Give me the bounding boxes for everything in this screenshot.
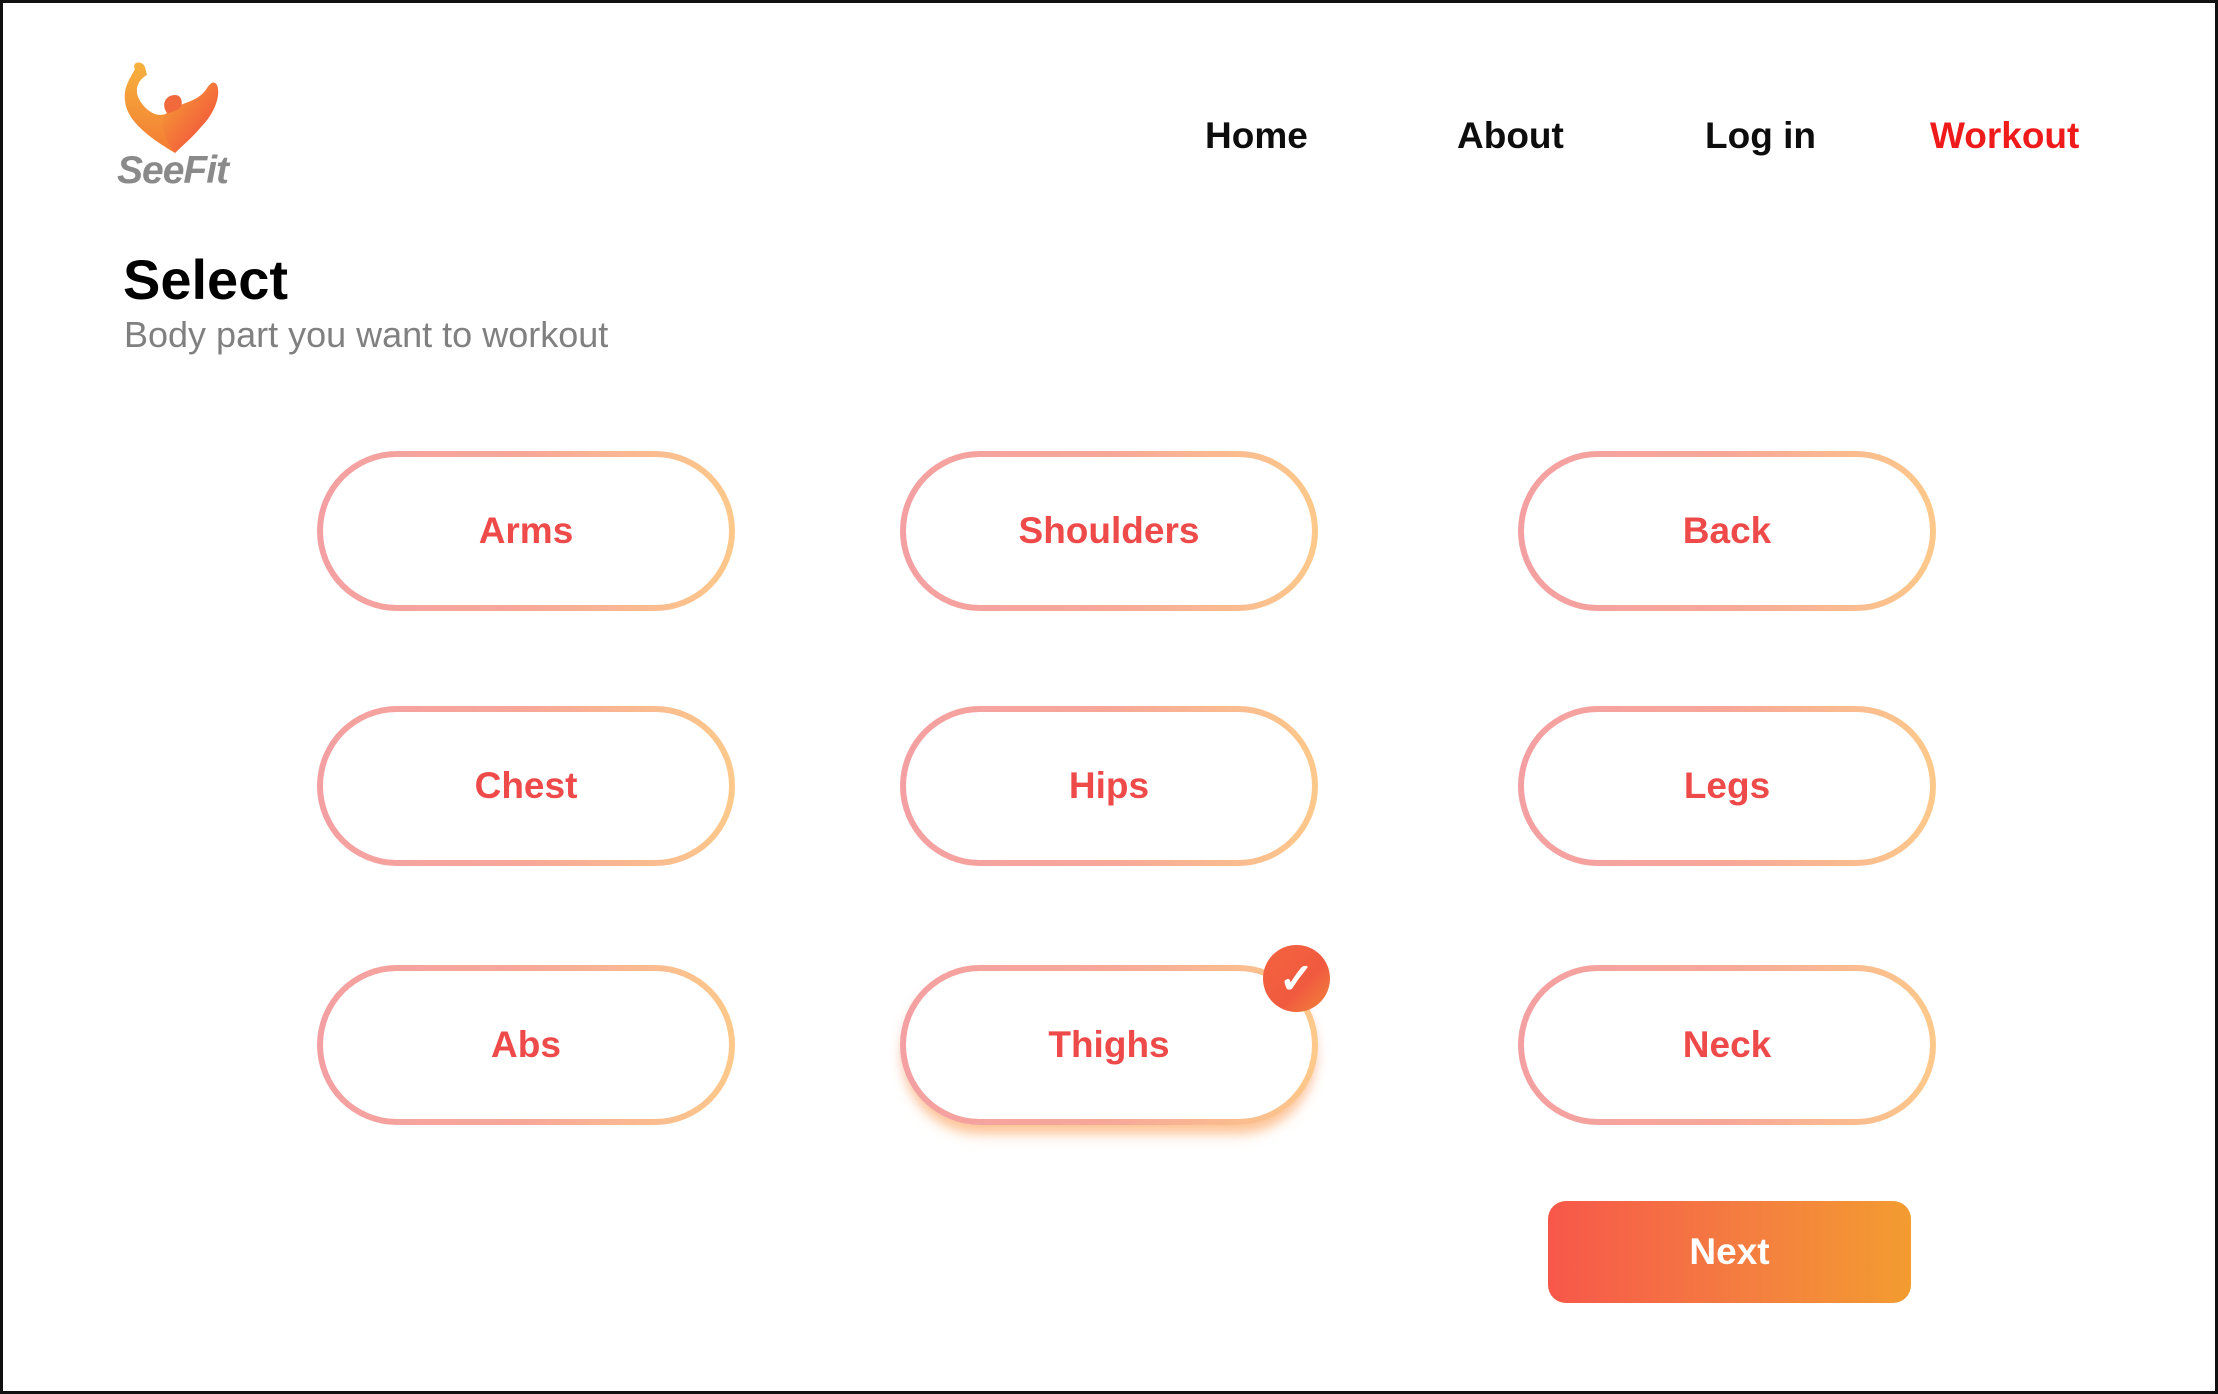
option-shoulders[interactable]: Shoulders [900, 451, 1318, 611]
top-nav: Home About Log in Workout [3, 115, 2215, 171]
option-label: Hips [1068, 765, 1150, 806]
nav-workout-link[interactable]: Workout [1930, 115, 2079, 157]
nav-login-link[interactable]: Log in [1705, 115, 1816, 157]
check-icon: ✓ [1263, 945, 1330, 1012]
option-label: Arms [478, 510, 574, 551]
nav-about-link[interactable]: About [1457, 115, 1564, 157]
option-label: Shoulders [1018, 510, 1200, 551]
page-subtitle: Body part you want to workout [124, 314, 609, 355]
option-label: Abs [491, 1024, 561, 1065]
option-label: Back [1682, 510, 1772, 551]
option-label: Chest [474, 765, 578, 806]
option-arms[interactable]: Arms [317, 451, 735, 611]
next-button-label: Next [1689, 1231, 1770, 1272]
page-title: Select [123, 248, 288, 311]
option-legs[interactable]: Legs [1518, 706, 1936, 866]
option-neck[interactable]: Neck [1518, 965, 1936, 1125]
option-label: Thighs [1048, 1024, 1170, 1065]
option-label: Neck [1682, 1024, 1772, 1065]
option-back[interactable]: Back [1518, 451, 1936, 611]
option-abs[interactable]: Abs [317, 965, 735, 1125]
option-thighs[interactable]: Thighs [900, 965, 1318, 1125]
nav-home-link[interactable]: Home [1205, 115, 1308, 157]
option-hips[interactable]: Hips [900, 706, 1318, 866]
option-label: Legs [1683, 765, 1771, 806]
app-frame: SeeFit Home About Log in Workout Select … [0, 0, 2218, 1394]
option-chest[interactable]: Chest [317, 706, 735, 866]
next-button[interactable]: Next [1548, 1201, 1911, 1303]
